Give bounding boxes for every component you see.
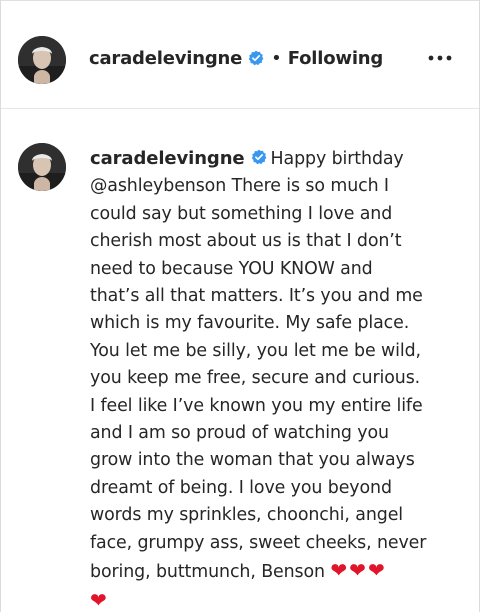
username-link[interactable]: caradelevingne [89, 48, 242, 69]
caption-line: You let me be silly, you let me be wild, [90, 340, 421, 361]
header-user-row: caradelevingne • Following [89, 45, 383, 71]
caption-line: which is my favourite. My safe place. [90, 313, 410, 334]
post-header: caradelevingne • Following [1, 1, 479, 109]
caption-line: words my sprinkles, choonchi, angel [90, 505, 404, 526]
more-options-icon [428, 55, 452, 61]
avatar-photo-icon [18, 143, 66, 191]
caption-username-link[interactable]: caradelevingne [90, 148, 245, 169]
caption-line: need to because YOU KNOW and [90, 258, 373, 279]
heart-emoji-group: ❤❤❤ [330, 558, 387, 583]
caption-avatar[interactable] [18, 143, 66, 191]
avatar[interactable] [18, 36, 66, 84]
caption-line: Happy birthday [270, 149, 404, 169]
caption-line: you keep me free, secure and curious. [90, 368, 421, 389]
caption-line: I feel like I’ve known you my entire lif… [90, 395, 423, 416]
more-options-button[interactable] [427, 48, 453, 68]
caption-line: could say but something I love and [90, 203, 393, 224]
caption-section: caradelevingne Happy birthday @ashleybenso… [1, 109, 479, 612]
avatar-photo-icon [18, 36, 66, 84]
caption-text: caradelevingne Happy birthday @ashleybenso… [90, 145, 442, 616]
verified-badge-icon [248, 50, 264, 66]
following-button[interactable]: Following [288, 48, 384, 69]
caption-line: cherish most about us is that I don’t [90, 231, 402, 252]
caption-line: dreamt of being. I love you beyond [90, 477, 392, 498]
caption-line: grow into the woman that you always [90, 450, 415, 471]
caption-line: @ashleybenson There is so much I [90, 176, 389, 197]
heart-emoji: ❤ [90, 587, 109, 612]
separator-dot: • [271, 47, 282, 69]
caption-line: and I am so proud of watching you [90, 423, 389, 444]
caption-line: face, grumpy ass, sweet cheeks, never [90, 532, 427, 553]
caption-line: that’s all that matters. It’s you and me [90, 286, 423, 307]
caption-line: boring, buttmunch, Benson [90, 562, 325, 583]
verified-badge-icon [251, 149, 267, 165]
